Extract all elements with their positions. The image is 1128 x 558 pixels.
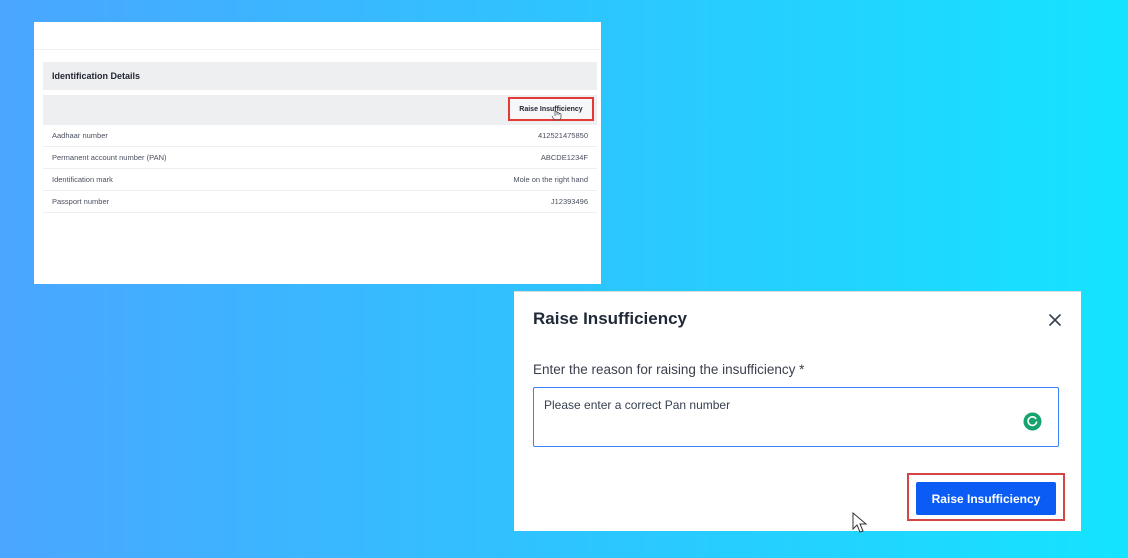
- raise-insufficiency-modal: Raise Insufficiency Enter the reason for…: [514, 291, 1081, 531]
- close-icon[interactable]: [1047, 312, 1063, 328]
- raise-insufficiency-submit-button[interactable]: Raise Insufficiency: [916, 482, 1056, 515]
- row-value: ABCDE1234F: [540, 153, 588, 162]
- row-label: Aadhaar number: [52, 131, 108, 140]
- table-row: Permanent account number (PAN) ABCDE1234…: [43, 147, 597, 169]
- hand-cursor-icon: [551, 110, 562, 121]
- section-title: Identification Details: [52, 71, 141, 81]
- reason-input[interactable]: Please enter a correct Pan number: [533, 387, 1059, 447]
- table-row: Aadhaar number 412521475850: [43, 125, 597, 147]
- row-label: Passport number: [52, 197, 110, 206]
- pointer-cursor-icon: [852, 512, 868, 533]
- reason-field-label: Enter the reason for raising the insuffi…: [533, 362, 805, 377]
- modal-title: Raise Insufficiency: [533, 309, 688, 328]
- row-value: 412521475850: [537, 131, 588, 140]
- row-label: Identification mark: [52, 175, 113, 184]
- section-header: Identification Details: [43, 62, 597, 90]
- row-value: Mole on the right hand: [513, 175, 588, 184]
- row-value: J12393496: [550, 197, 588, 206]
- table-row: Identification mark Mole on the right ha…: [43, 169, 597, 191]
- action-strip: Raise Insufficiency: [43, 95, 597, 125]
- table-row: Passport number J12393496: [43, 191, 597, 213]
- grammarly-icon[interactable]: [1023, 412, 1042, 431]
- row-label: Permanent account number (PAN): [52, 153, 167, 162]
- divider: [34, 49, 601, 50]
- detail-rows: Aadhaar number 412521475850 Permanent ac…: [43, 125, 597, 213]
- identification-details-panel: Identification Details Raise Insufficien…: [34, 22, 601, 284]
